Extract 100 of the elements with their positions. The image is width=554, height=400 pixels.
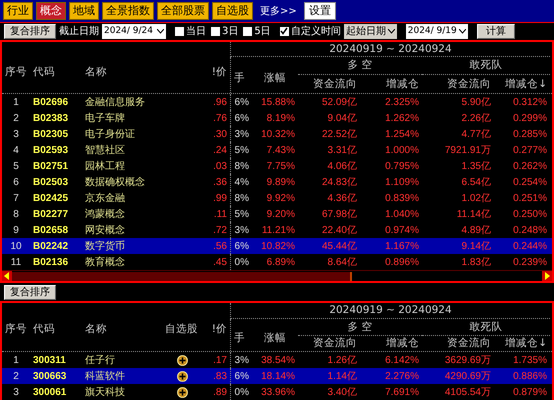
table-cell-text: .83 (212, 370, 228, 384)
calculate-button[interactable]: 计算 (476, 24, 515, 39)
column-header[interactable]: !价 (202, 66, 230, 80)
table-cell-text: 10.32% (260, 128, 296, 142)
column-header[interactable]: 增减仓↓ (494, 336, 550, 351)
column-header[interactable]: 资金流向 (422, 75, 494, 94)
column-header[interactable]: 手 (230, 57, 252, 94)
end-date-picker[interactable]: 2024/ 9/24 (102, 24, 166, 39)
column-header[interactable]: 涨幅 (252, 57, 298, 94)
table-cell-text: 1.167% (384, 240, 420, 254)
table-cell-text: 3 (12, 386, 20, 400)
dropdown-icon[interactable] (458, 28, 466, 34)
column-header[interactable]: 涨幅 (252, 319, 298, 351)
category-tab[interactable]: 自选股 (212, 2, 253, 20)
start-date-select[interactable]: 起始日期 (344, 24, 397, 39)
more-link[interactable]: 更多>> (256, 4, 301, 18)
table-cell-text: 数字货币 (84, 240, 126, 254)
table-cell: 0% (230, 254, 252, 270)
scroll-right-icon[interactable] (542, 271, 552, 282)
table-cell-text: 6.89% (266, 256, 296, 270)
table-cell-text: 11.21% (260, 224, 296, 238)
column-header[interactable]: 资金流向 (298, 75, 360, 94)
period-checkbox[interactable]: 5日 (243, 24, 271, 38)
dropdown-icon[interactable] (157, 28, 164, 34)
table-cell-text: 0.974% (384, 224, 420, 238)
group-header: 多 空 (298, 57, 422, 76)
table-row[interactable]: 2 300663 科蓝软件 .83 6% 18.14% 1.14亿 2.276% 4290.69万 0.886% (2, 368, 552, 384)
horizontal-scrollbar[interactable] (2, 270, 552, 282)
table-cell: 6% (230, 94, 252, 110)
table-row[interactable]: 3 300061 旗天科技 .89 0% 33.96% 3.40亿 7.691% 4105.54万 0.879% (2, 384, 552, 400)
column-header[interactable]: 增减仓 (360, 75, 422, 94)
table-cell-text: 1 (12, 354, 20, 368)
table-cell-text: 3.31亿 (326, 144, 358, 158)
table-cell-text: .99 (212, 192, 228, 206)
table-row[interactable]: 5 B02751 园林工程 .03 8% 7.75% 4.06亿 0.795% 1.35亿 0.262% (2, 158, 552, 174)
category-tab[interactable]: 全景指数 (102, 2, 154, 20)
column-header[interactable]: 名称 (82, 66, 202, 80)
table-cell-text: 10.82% (260, 240, 296, 254)
column-header[interactable]: 手 (230, 319, 252, 351)
table-cell-text: 1.040% (384, 208, 420, 222)
table-cell-text: 科蓝软件 (84, 370, 126, 384)
category-tab[interactable]: 行业 (3, 2, 33, 20)
column-header[interactable]: 自选股 (162, 322, 202, 336)
table-cell-text: 7.75% (266, 160, 296, 174)
add-favorite-icon[interactable] (176, 386, 188, 398)
table-row[interactable]: 8 B02277 鸿蒙概念 .11 5% 9.20% 67.98亿 1.040% 11.14亿 0.250% (2, 206, 552, 222)
table-cell-text: 7 (12, 192, 20, 206)
table-row[interactable]: 6 B02503 数据确权概念 .36 4% 9.89% 24.83亿 1.109% 6.54亿 0.254% (2, 174, 552, 190)
column-header[interactable]: 资金流向 (422, 336, 494, 351)
add-favorite-icon[interactable] (176, 370, 188, 382)
table-cell-text: 4105.54万 (444, 386, 492, 400)
table-cell-text: 4.77亿 (460, 128, 492, 142)
column-header[interactable]: 增减仓↓ (494, 75, 550, 94)
table-cell-text: 鸿蒙概念 (84, 208, 126, 222)
table-cell-text: 2.26亿 (460, 112, 492, 126)
period-checkbox[interactable]: 自定义时间 (280, 24, 341, 38)
add-favorite-icon[interactable] (176, 354, 188, 366)
column-header[interactable]: 名称 (82, 322, 162, 336)
scroll-left-icon[interactable] (2, 271, 12, 282)
sort-button[interactable]: 复合排序 (4, 24, 56, 39)
table-cell-text: 3.40亿 (326, 386, 358, 400)
table-cell: 6% (230, 368, 252, 384)
settings-button[interactable]: 设置 (304, 2, 336, 20)
column-header[interactable]: 序号 (2, 322, 30, 336)
table-cell-text: 0.285% (512, 128, 548, 142)
table-cell-text: 0.239% (512, 256, 548, 270)
table-cell-text: .76 (212, 112, 228, 126)
table-cell-text: 22.40亿 (320, 224, 358, 238)
table-row[interactable]: 1 B02696 金融信息服务 .96 6% 15.88% 52.09亿 2.325% 5.90亿 0.312% (2, 94, 552, 110)
sort-button[interactable]: 复合排序 (4, 284, 56, 300)
table-cell-text: 45.44亿 (320, 240, 358, 254)
table-cell-text: 0.312% (512, 96, 548, 110)
start-date-picker[interactable]: 2024/ 9/19 (406, 24, 468, 39)
table-row[interactable]: 10 B02242 数字货币 .56 6% 10.82% 45.44亿 1.167% 9.14亿 0.244% (2, 238, 552, 254)
category-tab[interactable]: 地域 (69, 2, 99, 20)
dropdown-icon[interactable] (388, 28, 395, 34)
column-header[interactable]: 代码 (30, 66, 82, 80)
checkmark-icon (280, 27, 288, 36)
table-cell-text: 3 (12, 128, 20, 142)
table-cell-text: 5 (12, 160, 20, 174)
table-cell-text: 0.254% (512, 176, 548, 190)
table-row[interactable]: 3 B02305 电子身份证 .30 3% 10.32% 22.52亿 1.254% 4.77亿 0.285% (2, 126, 552, 142)
column-header[interactable]: !价 (202, 322, 230, 336)
category-tab[interactable]: 全部股票 (157, 2, 209, 20)
table-cell-text: 24.83亿 (320, 176, 358, 190)
column-header[interactable]: 增减仓 (360, 336, 422, 351)
table-row[interactable]: 2 B02383 电子车牌 .76 6% 8.19% 9.04亿 1.262% 2.26亿 0.299% (2, 110, 552, 126)
column-header[interactable]: 代码 (30, 322, 82, 336)
period-checkbox[interactable]: 当日 (175, 24, 206, 38)
table-cell-text: 9.04亿 (326, 112, 358, 126)
table-row[interactable]: 4 B02593 智慧社区 .24 5% 7.43% 3.31亿 1.000% 7921.91万 0.277% (2, 142, 552, 158)
column-header[interactable]: 序号 (2, 66, 30, 80)
table-row[interactable]: 7 B02425 京东金融 .99 8% 9.92% 4.36亿 0.839% 1.02亿 0.251% (2, 190, 552, 206)
period-checkbox[interactable]: 3日 (211, 24, 238, 38)
table-row[interactable]: 11 B02136 教育概念 .45 0% 6.89% 8.64亿 0.896% 1.83亿 0.239% (2, 254, 552, 270)
table-cell-text: .45 (212, 256, 228, 270)
column-header[interactable]: 资金流向 (298, 336, 360, 351)
table-cell-text: 7.691% (384, 386, 420, 400)
category-tab[interactable]: 概念 (36, 2, 66, 20)
table-cell-text: 6.142% (384, 354, 420, 368)
